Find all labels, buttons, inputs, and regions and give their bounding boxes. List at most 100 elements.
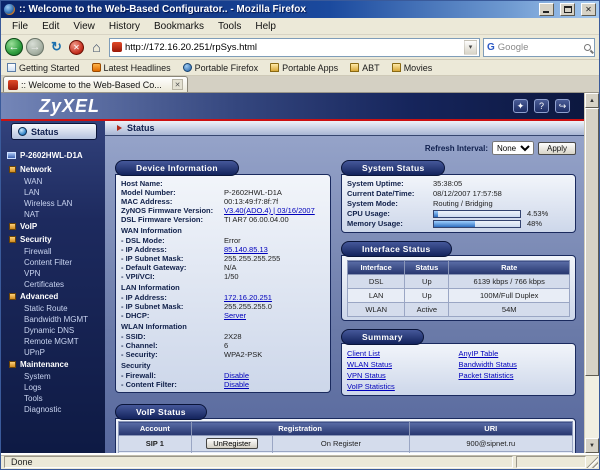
interface-row: LANUp100M/Full Duplex [348,289,570,303]
address-bar[interactable]: http://172.16.20.251/rpSys.html ▾ [109,38,480,57]
device-info-value[interactable]: Disable [224,371,249,380]
sidebar-item-vpn[interactable]: VPN [1,268,105,279]
menu-item-help[interactable]: Help [248,20,283,33]
address-dropdown-button[interactable]: ▾ [464,40,477,55]
system-status-row: Memory Usage:48% [347,219,570,229]
folder-icon [9,236,16,243]
summary-link-voip-statistics[interactable]: VoIP Statistics [347,381,459,392]
tab-active[interactable]: :: Welcome to the Web-Based Co... ✕ [3,76,188,92]
search-input[interactable]: Google [498,42,581,53]
sidebar-item-diagnostic[interactable]: Diagnostic [1,404,105,415]
apply-button[interactable]: Apply [538,142,576,155]
menu-item-tools[interactable]: Tools [211,20,248,33]
search-bar[interactable]: G Google [483,38,595,57]
back-button[interactable]: ← [5,38,23,56]
voip-row: SIP 1UnRegisterOn Register900@sipnet.ru [119,436,573,452]
sidebar-item-static-route[interactable]: Static Route [1,303,105,314]
sidebar-item-tools[interactable]: Tools [1,393,105,404]
vertical-scrollbar[interactable]: ▲ ▼ [584,93,599,453]
bookmark-item[interactable]: Portable Apps [270,63,338,73]
sidebar-item-upnp[interactable]: UPnP [1,347,105,358]
device-info-value[interactable]: Server [224,311,246,320]
sidebar-item-bandwidth-mgmt[interactable]: Bandwidth MGMT [1,314,105,325]
summary-link-packet-statistics[interactable]: Packet Statistics [459,370,571,381]
sidebar-section-advanced[interactable]: Advanced [1,290,105,303]
voip-unregister-button[interactable]: UnRegister [206,438,258,449]
bookmark-item[interactable]: ABT [350,63,380,73]
sidebar-item-logs[interactable]: Logs [1,382,105,393]
sidebar-item-content-filter[interactable]: Content Filter [1,257,105,268]
device-info-label: - Channel: [121,341,224,350]
forward-button[interactable]: → [26,38,44,56]
voip-button-cell: Register [191,452,273,454]
interface-cell: Up [405,289,449,303]
status-tab-button[interactable]: Status [11,123,97,140]
address-input[interactable]: http://172.16.20.251/rpSys.html [125,42,461,53]
device-info-row: - IP Subnet Mask:255.255.255.0 [121,302,325,311]
sidebar-section-voip[interactable]: VoIP [1,220,105,233]
sidebar-section-network[interactable]: Network [1,163,105,176]
menu-item-history[interactable]: History [102,20,147,33]
menu-item-edit[interactable]: Edit [35,20,66,33]
summary-link-bandwidth-status[interactable]: Bandwidth Status [459,359,571,370]
system-status-value: 35:38:05 [433,179,462,189]
sidebar-item-lan[interactable]: LAN [1,187,105,198]
help-icon[interactable]: ? [534,99,549,113]
reload-icon: ↻ [51,39,62,55]
device-info-value[interactable]: 172.16.20.251 [224,293,272,302]
sidebar-item-nat[interactable]: NAT [1,209,105,220]
bookmark-item[interactable]: Portable Firefox [183,63,259,73]
status-orb-icon [18,127,27,136]
tab-close-button[interactable]: ✕ [172,79,183,90]
summary-link-vpn-status[interactable]: VPN Status [347,370,459,381]
sidebar-section-maintenance[interactable]: Maintenance [1,358,105,371]
sidebar-section-label: Maintenance [20,359,68,370]
device-info-value[interactable]: 85.140.85.13 [224,245,268,254]
summary-link-client-list[interactable]: Client List [347,348,459,359]
menu-item-file[interactable]: File [5,20,35,33]
scroll-track[interactable] [585,376,599,438]
sidebar-item-certificates[interactable]: Certificates [1,279,105,290]
maximize-button[interactable] [560,3,575,16]
sidebar-device-label: P-2602HWL-D1A [20,151,83,160]
sidebar-item-remote-mgmt[interactable]: Remote MGMT [1,336,105,347]
sidebar-item-firewall[interactable]: Firewall [1,246,105,257]
sidebar-item-wan[interactable]: WAN [1,176,105,187]
bookmark-item[interactable]: Movies [392,63,433,73]
menu-item-bookmarks[interactable]: Bookmarks [147,20,211,33]
bookmark-item[interactable]: Latest Headlines [92,63,171,73]
logout-icon[interactable]: ↪ [555,99,570,113]
device-info-row: - Default Gateway:N/A [121,263,325,272]
summary-link-anyip-table[interactable]: AnyIP Table [459,348,571,359]
forward-icon: → [30,41,41,53]
close-button[interactable]: ✕ [581,3,596,16]
bookmark-item[interactable]: Getting Started [7,63,80,73]
device-info-label: - Firewall: [121,371,224,380]
voip-col-header: Account [119,422,192,436]
scroll-up-button[interactable]: ▲ [585,93,599,108]
device-info-label: - IP Address: [121,293,224,302]
summary-link-wlan-status[interactable]: WLAN Status [347,359,459,370]
scroll-thumb[interactable] [585,108,599,376]
stop-button[interactable]: ✕ [69,40,84,55]
folder-icon [270,63,279,72]
device-info-row: - IP Subnet Mask:255.255.255.255 [121,254,325,263]
reload-button[interactable]: ↻ [47,38,66,57]
sidebar-section-security[interactable]: Security [1,233,105,246]
minimize-button[interactable] [539,3,554,16]
scroll-down-button[interactable]: ▼ [585,438,599,453]
sidebar-item-wireless-lan[interactable]: Wireless LAN [1,198,105,209]
menu-item-view[interactable]: View [66,20,102,33]
refresh-interval-select[interactable]: None [492,141,534,155]
sidebar-item-system[interactable]: System [1,371,105,382]
bookmark-label: Portable Firefox [195,63,259,73]
home-button[interactable]: ⌂ [87,38,106,57]
google-logo-icon: G [487,42,495,53]
device-info-value[interactable]: V3.40(ADO.4) | 03/16/2007 [224,206,315,215]
tab-title: :: Welcome to the Web-Based Co... [21,80,169,90]
sidebar-item-dynamic-dns[interactable]: Dynamic DNS [1,325,105,336]
wizard-icon[interactable]: ✦ [513,99,528,113]
device-info-label: - VPI/VCI: [121,272,224,281]
resize-grip[interactable] [586,456,598,468]
device-info-value[interactable]: Disable [224,380,249,389]
